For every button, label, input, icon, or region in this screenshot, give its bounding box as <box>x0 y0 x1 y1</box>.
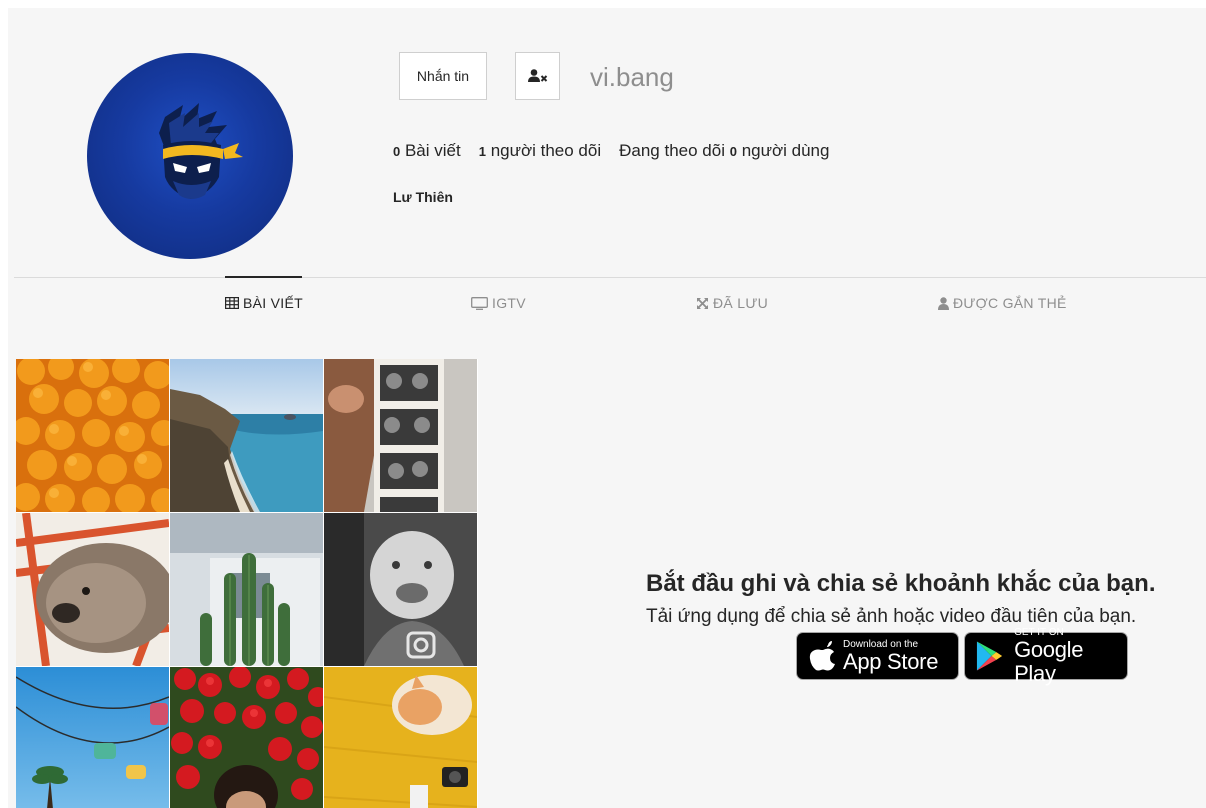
following-count: 0 <box>729 144 737 159</box>
posts-count: 0 <box>393 144 401 159</box>
tab-igtv[interactable]: IGTV <box>471 295 526 311</box>
photo-cat <box>324 667 477 808</box>
photo-photobooth-strip <box>324 359 477 512</box>
photo-red-flowers <box>170 667 323 808</box>
profile-username: vi.bang <box>590 62 674 92</box>
user-times-icon <box>527 69 547 82</box>
apple-logo-icon <box>809 641 835 671</box>
profile-stats: 0 Bài viết 1 người theo dõi Đang theo dõi … <box>393 141 829 161</box>
app-store-big-text: App Store <box>843 648 939 674</box>
tab-posts[interactable]: BÀI VIẾT <box>225 295 303 311</box>
followers-label: người theo dõi <box>490 141 602 160</box>
profile-full-name: Lư Thiên <box>393 189 453 205</box>
following-suffix: người dùng <box>741 141 830 160</box>
table-grid-icon <box>225 297 239 309</box>
following-stat[interactable]: Đang theo dõi 0 người dùng <box>619 141 829 160</box>
photo-oranges <box>16 359 169 512</box>
photo-dog <box>16 513 169 666</box>
tab-saved[interactable]: ĐÃ LƯU <box>696 295 768 311</box>
message-button[interactable]: Nhắn tin <box>399 52 487 100</box>
tab-tagged[interactable]: ĐƯỢC GẮN THẺ <box>938 295 1067 311</box>
tabs-divider <box>14 277 1206 278</box>
posts-label: Bài viết <box>404 141 461 160</box>
tab-tagged-label: ĐƯỢC GẮN THẺ <box>953 295 1067 311</box>
ninja-logo-icon <box>159 103 243 199</box>
expand-icon <box>697 297 708 309</box>
tab-posts-label: BÀI VIẾT <box>243 295 303 311</box>
tab-igtv-label: IGTV <box>492 295 526 311</box>
unfollow-button[interactable] <box>515 52 560 100</box>
empty-state-title: Bắt đầu ghi và chia sẻ khoảnh khắc của b… <box>646 570 1156 597</box>
followers-stat[interactable]: 1 người theo dõi <box>479 141 601 160</box>
app-store-small-text: Download on the <box>843 638 919 650</box>
tab-saved-label: ĐÃ LƯU <box>713 295 768 311</box>
photo-gondola <box>16 667 169 808</box>
posts-stat[interactable]: 0 Bài viết <box>393 141 461 160</box>
message-button-label: Nhắn tin <box>416 68 470 84</box>
google-play-big-text: Google Play <box>1014 636 1084 686</box>
followers-count: 1 <box>478 144 486 159</box>
google-play-logo-icon <box>976 641 1003 671</box>
app-store-badge[interactable]: Download on the App Store <box>796 632 959 680</box>
photo-coastline <box>170 359 323 512</box>
photo-baby <box>324 513 477 666</box>
empty-state-subtitle: Tải ứng dụng để chia sẻ ảnh hoặc video đ… <box>646 606 1137 627</box>
tv-icon <box>471 296 488 310</box>
profile-avatar[interactable] <box>87 53 293 259</box>
user-icon <box>938 296 949 310</box>
google-play-small-text: GET IT ON <box>1014 626 1064 638</box>
google-play-badge[interactable]: GET IT ON Google Play <box>964 627 1128 685</box>
following-prefix: Đang theo dõi <box>619 141 725 160</box>
active-tab-indicator <box>225 276 302 278</box>
photo-mosaic <box>16 359 478 808</box>
photo-cactus <box>170 513 323 666</box>
